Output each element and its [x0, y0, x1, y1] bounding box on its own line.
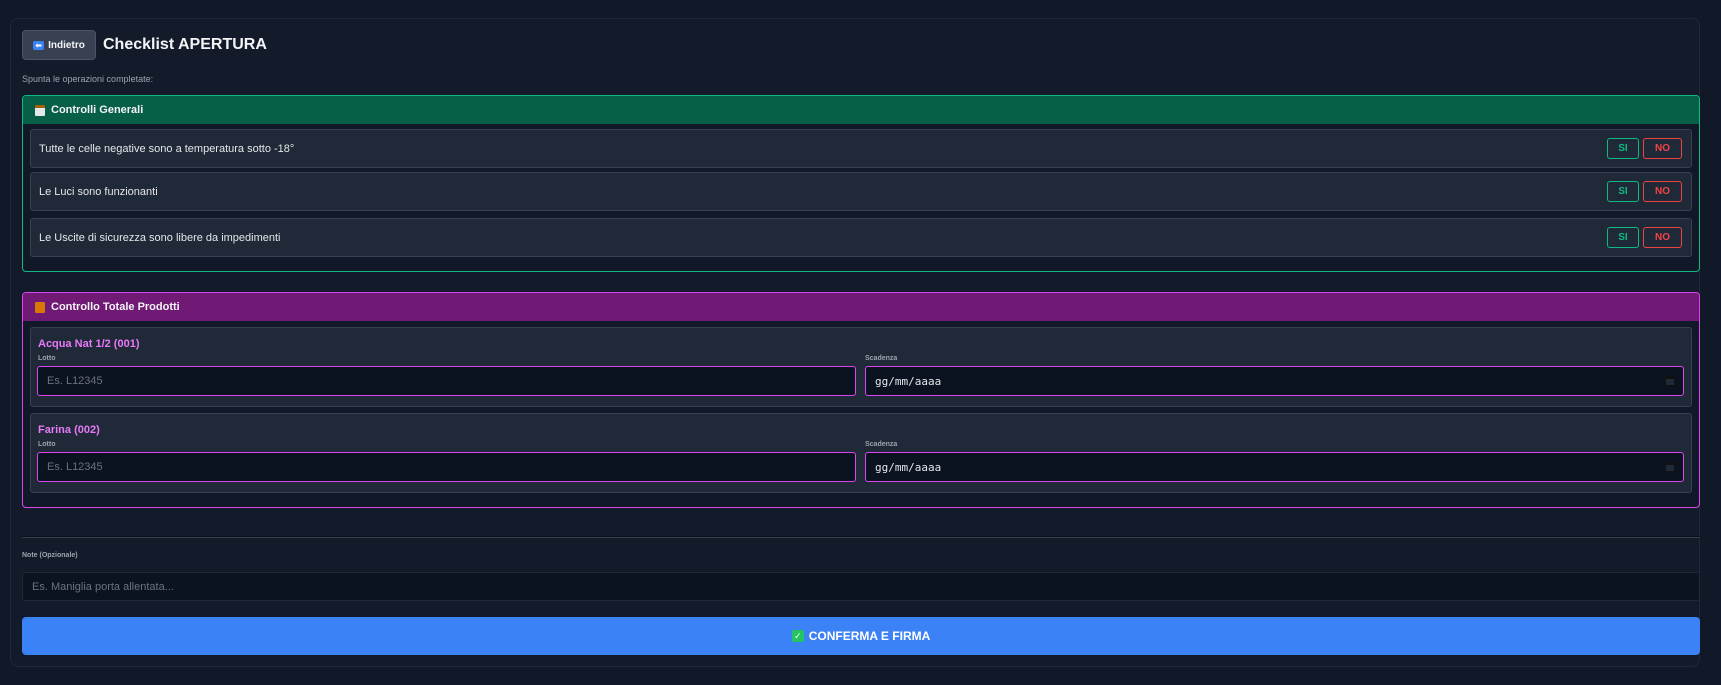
- lot-placeholder: Es. L12345: [47, 375, 103, 387]
- expiry-label: Scadenza: [865, 441, 898, 448]
- general-checks-section: Controlli Generali Tutte le celle negati…: [22, 95, 1700, 272]
- lot-input[interactable]: Es. L12345: [37, 366, 856, 396]
- back-button[interactable]: ⬅ Indietro: [22, 30, 96, 60]
- clipboard-icon: [35, 104, 45, 116]
- back-button-label: Indietro: [48, 39, 85, 51]
- product-name: Acqua Nat 1/2 (001): [38, 338, 140, 350]
- confirm-sign-button[interactable]: ✓ CONFERMA E FIRMA: [22, 617, 1700, 655]
- product-card: Acqua Nat 1/2 (001) Lotto Es. L12345 Sca…: [30, 327, 1692, 407]
- page-subtitle: Spunta le operazioni completate:: [22, 74, 154, 84]
- notes-label: Note (Opzionale): [22, 552, 78, 559]
- checkmark-icon: ✓: [791, 630, 804, 642]
- yes-button[interactable]: SI: [1607, 138, 1639, 159]
- check-item: Le Luci sono funzionanti SI NO: [30, 172, 1692, 211]
- no-button[interactable]: NO: [1643, 181, 1682, 202]
- product-card: Farina (002) Lotto Es. L12345 Scadenza g…: [30, 413, 1692, 493]
- back-arrow-icon: ⬅: [33, 40, 45, 50]
- page-title: Checklist APERTURA: [103, 36, 267, 53]
- expiry-date-input[interactable]: gg/mm/aaaa: [865, 366, 1684, 396]
- divider: [22, 536, 1700, 538]
- lot-input[interactable]: Es. L12345: [37, 452, 856, 482]
- check-item: Tutte le celle negative sono a temperatu…: [30, 129, 1692, 168]
- check-item-label: Le Luci sono funzionanti: [39, 185, 158, 198]
- expiry-label: Scadenza: [865, 355, 898, 362]
- check-item: Le Uscite di sicurezza sono libere da im…: [30, 218, 1692, 257]
- no-button[interactable]: NO: [1643, 227, 1682, 248]
- general-checks-header: Controlli Generali: [23, 96, 1699, 124]
- check-item-label: Le Uscite di sicurezza sono libere da im…: [39, 231, 281, 244]
- lot-label: Lotto: [38, 355, 56, 362]
- general-checks-title: Controlli Generali: [51, 104, 144, 116]
- yes-button[interactable]: SI: [1607, 181, 1639, 202]
- confirm-sign-label: CONFERMA E FIRMA: [808, 629, 931, 643]
- calendar-icon[interactable]: [1665, 376, 1675, 386]
- yes-button[interactable]: SI: [1607, 227, 1639, 248]
- notes-placeholder: Es. Maniglia porta allentata...: [32, 580, 174, 593]
- product-name: Farina (002): [38, 424, 100, 436]
- no-button[interactable]: NO: [1643, 138, 1682, 159]
- products-header: Controllo Totale Prodotti: [23, 293, 1699, 321]
- products-title: Controllo Totale Prodotti: [51, 301, 180, 313]
- check-item-label: Tutte le celle negative sono a temperatu…: [39, 142, 295, 155]
- expiry-date-value: gg/mm/aaaa: [875, 460, 942, 474]
- lot-label: Lotto: [38, 441, 56, 448]
- expiry-date-value: gg/mm/aaaa: [875, 374, 942, 388]
- calendar-icon[interactable]: [1665, 462, 1675, 472]
- expiry-date-input[interactable]: gg/mm/aaaa: [865, 452, 1684, 482]
- products-section: Controllo Totale Prodotti Acqua Nat 1/2 …: [22, 292, 1700, 508]
- lot-placeholder: Es. L12345: [47, 461, 103, 473]
- package-icon: [35, 301, 45, 313]
- notes-input[interactable]: Es. Maniglia porta allentata...: [22, 572, 1700, 601]
